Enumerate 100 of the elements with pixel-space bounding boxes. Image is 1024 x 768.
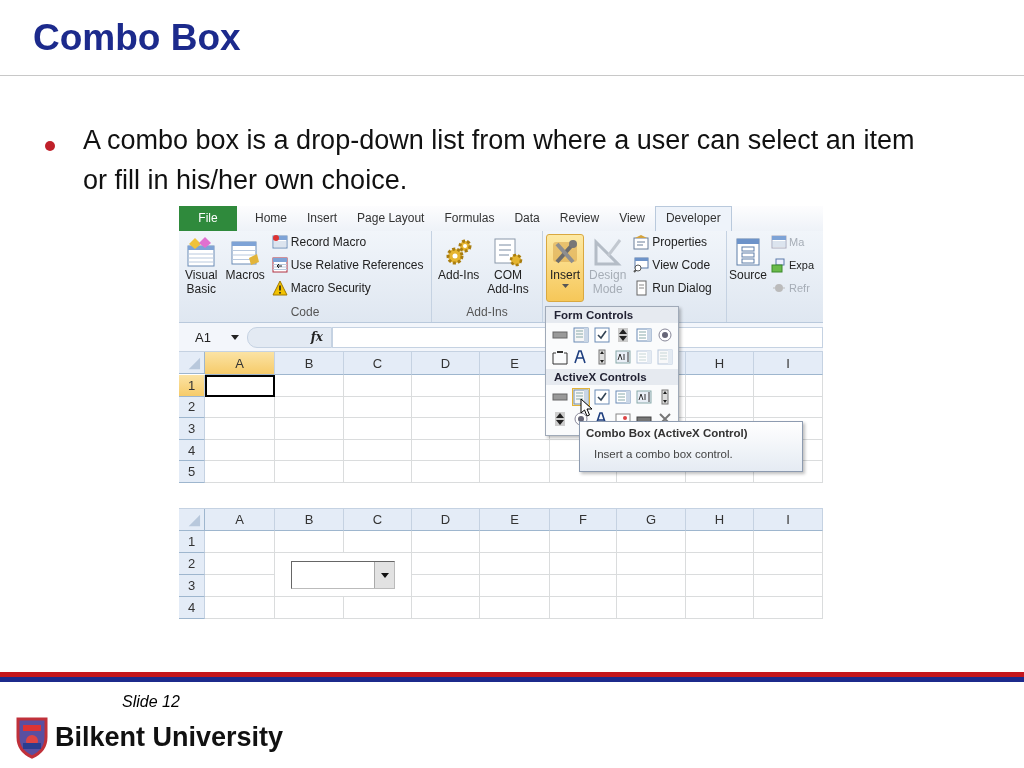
column-header[interactable]: B (275, 509, 344, 531)
checkbox-icon[interactable] (593, 326, 611, 344)
ribbon-tab[interactable]: Review (549, 206, 610, 231)
column-header[interactable]: D (412, 352, 480, 375)
table-cell[interactable] (550, 531, 617, 553)
ribbon-button[interactable]: Macro Security (271, 280, 424, 296)
table-cell[interactable] (344, 461, 412, 483)
table-cell[interactable] (550, 597, 617, 619)
ribbon-tab[interactable]: Formulas (434, 206, 505, 231)
table-cell[interactable] (480, 575, 550, 597)
column-header[interactable]: F (550, 509, 617, 531)
table-cell[interactable] (344, 375, 412, 397)
select-all-icon[interactable] (179, 352, 205, 374)
column-header[interactable]: H (686, 509, 754, 531)
table-cell[interactable] (275, 597, 344, 619)
table-cell[interactable] (480, 531, 550, 553)
row-header[interactable]: 2 (179, 396, 205, 419)
text-field-icon[interactable] (614, 348, 632, 366)
ribbon-button[interactable]: View Code (633, 257, 712, 273)
file-tab[interactable]: File (179, 206, 237, 231)
ribbon-tab[interactable]: Page Layout (347, 206, 435, 231)
table-cell[interactable] (344, 439, 412, 462)
table-cell[interactable] (754, 531, 823, 553)
combo-box[interactable] (291, 561, 395, 589)
ribbon-button[interactable]: Use Relative References (271, 257, 424, 273)
column-header[interactable]: I (754, 352, 823, 375)
ribbon-button[interactable]: COM Add-Ins (484, 234, 532, 302)
table-cell[interactable] (686, 375, 754, 397)
table-cell[interactable] (205, 553, 275, 575)
table-cell[interactable] (412, 418, 480, 440)
row-header[interactable]: 1 (179, 375, 205, 397)
column-header[interactable]: D (412, 509, 480, 531)
table-cell[interactable] (480, 597, 550, 619)
column-header[interactable]: G (617, 509, 686, 531)
ribbon-tab[interactable]: Home (245, 206, 297, 231)
ribbon-button[interactable]: Macros (222, 234, 268, 302)
table-cell[interactable] (686, 575, 754, 597)
table-cell[interactable] (412, 439, 480, 462)
table-cell[interactable] (480, 553, 550, 575)
ribbon-tab[interactable]: Data (504, 206, 550, 231)
row-header[interactable]: 3 (179, 575, 205, 597)
table-cell[interactable] (686, 396, 754, 419)
table-cell[interactable] (205, 396, 275, 419)
table-cell[interactable] (754, 553, 823, 575)
column-header[interactable]: B (275, 352, 344, 375)
table-cell[interactable] (412, 575, 480, 597)
table-cell[interactable] (344, 597, 412, 619)
name-box[interactable]: A1 (179, 326, 247, 348)
ribbon-button[interactable]: Insert (546, 234, 584, 302)
table-cell[interactable] (686, 531, 754, 553)
select-all-icon[interactable] (179, 509, 205, 531)
table-cell[interactable] (754, 396, 823, 419)
checkbox-icon[interactable] (593, 388, 611, 406)
table-cell[interactable] (275, 461, 344, 483)
table-cell[interactable] (344, 396, 412, 419)
table-cell[interactable] (205, 531, 275, 553)
column-header[interactable]: I (754, 509, 823, 531)
row-header[interactable]: 4 (179, 597, 205, 619)
ribbon-button[interactable]: Source (728, 234, 769, 302)
ribbon-button[interactable]: Properties (633, 234, 712, 250)
row-header[interactable]: 3 (179, 418, 205, 440)
column-header[interactable]: H (686, 352, 754, 375)
table-cell[interactable] (412, 461, 480, 483)
column-header[interactable]: C (344, 509, 412, 531)
column-header[interactable]: E (480, 509, 550, 531)
table-cell[interactable] (205, 461, 275, 483)
table-cell[interactable] (344, 418, 412, 440)
table-cell[interactable] (344, 531, 412, 553)
table-cell[interactable] (480, 439, 550, 462)
group-box-icon[interactable] (551, 348, 569, 366)
table-cell[interactable] (754, 575, 823, 597)
radio-button-icon[interactable] (656, 326, 674, 344)
row-header[interactable]: 5 (179, 461, 205, 483)
table-cell[interactable] (550, 553, 617, 575)
row-header[interactable]: 4 (179, 439, 205, 462)
dropdown-button[interactable] (374, 562, 394, 588)
table-cell[interactable] (275, 439, 344, 462)
table-cell[interactable] (412, 375, 480, 397)
table-cell[interactable] (205, 439, 275, 462)
table-cell[interactable] (275, 531, 344, 553)
active-cell[interactable] (205, 375, 275, 397)
table-cell[interactable] (550, 575, 617, 597)
ribbon-tab[interactable]: View (609, 206, 655, 231)
table-cell[interactable] (275, 418, 344, 440)
table-cell[interactable] (617, 597, 686, 619)
column-header[interactable]: A (205, 509, 275, 531)
table-cell[interactable] (205, 597, 275, 619)
table-cell[interactable] (275, 396, 344, 419)
table-cell[interactable] (205, 418, 275, 440)
column-header[interactable]: A (205, 352, 275, 375)
ribbon-tab[interactable]: Insert (297, 206, 348, 231)
table-cell[interactable] (275, 375, 344, 397)
table-cell[interactable] (205, 575, 275, 597)
column-header[interactable]: C (344, 352, 412, 375)
ribbon-button[interactable]: Add-Ins (435, 234, 483, 302)
table-cell[interactable] (617, 553, 686, 575)
ribbon-button[interactable]: Expa (771, 257, 815, 273)
table-cell[interactable] (412, 597, 480, 619)
ribbon-tab[interactable]: Developer (654, 206, 732, 231)
text-field-icon[interactable] (635, 388, 653, 406)
